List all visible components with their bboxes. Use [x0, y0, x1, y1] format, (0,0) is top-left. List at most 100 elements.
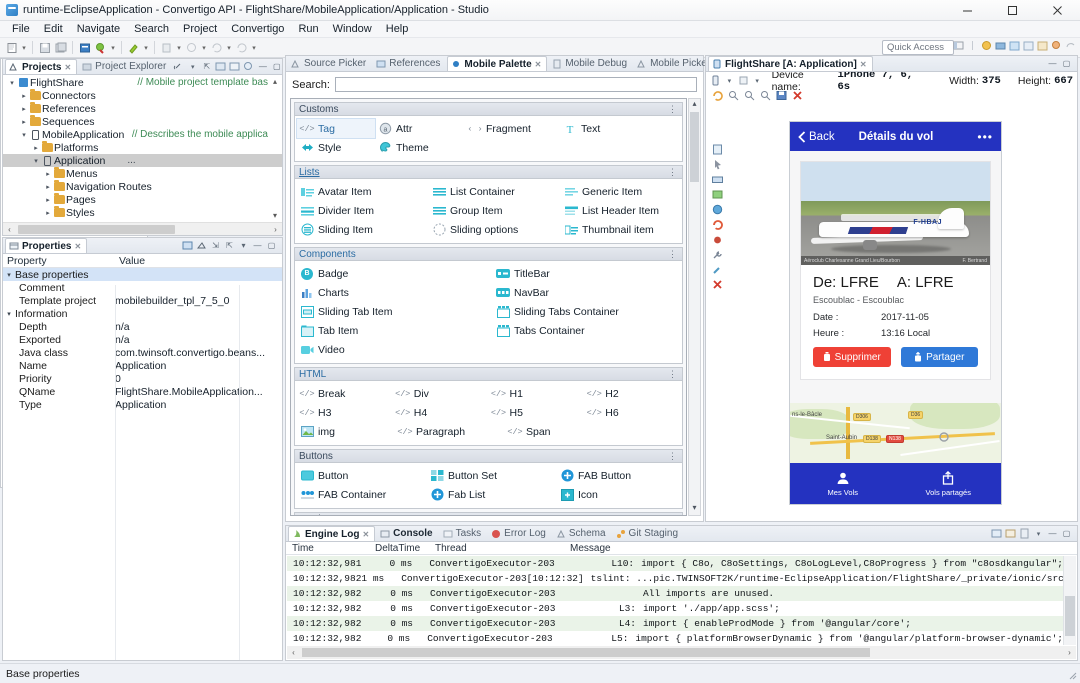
palette-item-sliding-tab-item[interactable]: Sliding Tab Item [297, 302, 493, 321]
palette-item-fragment[interactable]: ‹ › Fragment [465, 119, 560, 138]
profile-dropdown-icon[interactable]: ▾ [200, 40, 208, 55]
profile-icon[interactable] [184, 40, 199, 55]
tab-mobile-palette[interactable]: Mobile Palette ✕ [447, 56, 548, 71]
minimize-panel-icon[interactable]: — [257, 61, 268, 72]
refresh-dropdown-icon[interactable]: ▾ [250, 40, 258, 55]
properties-view-menu-icon[interactable]: ▾ [238, 240, 249, 251]
tab-error-log[interactable]: Error Log [488, 526, 551, 541]
tree-row[interactable]: ▾ FlightShare // Mobile project template… [3, 76, 282, 89]
palette-item-sliding-options[interactable]: Sliding options [429, 220, 561, 239]
debug-dropdown-icon[interactable]: ▾ [142, 40, 150, 55]
log-row[interactable]: 10:12:32,982 1 ms ConvertigoExecutor-203… [287, 571, 1063, 586]
property-row[interactable]: Name Application [3, 359, 282, 372]
palette-item-tabs-container[interactable]: Tabs Container [493, 321, 588, 340]
log-view-menu-icon[interactable]: ▾ [1033, 528, 1044, 539]
history-dropdown-icon[interactable]: ▾ [225, 40, 233, 55]
palette-item-video[interactable]: Video [297, 340, 493, 359]
tab-flightshare-application[interactable]: FlightShare [A: Application] ✕ [708, 56, 873, 71]
save-all-icon[interactable] [53, 40, 68, 55]
perspective-studio-icon[interactable] [1009, 40, 1020, 51]
palette-item-button[interactable]: Button [297, 466, 427, 485]
new-dropdown-icon[interactable]: ▾ [20, 40, 28, 55]
scroll-left-icon[interactable]: ‹ [3, 225, 16, 234]
palette-item-fab-list[interactable]: Fab List [427, 485, 557, 504]
maximize-button[interactable] [990, 0, 1035, 21]
tree-row[interactable]: ▸ Pages [3, 193, 282, 206]
tab-console[interactable]: Console [377, 526, 437, 541]
flight-map[interactable]: ns-le-Bâcle Saint-Aubin D306 D36 D138 N1… [790, 403, 1001, 463]
tab-schema[interactable]: Schema [553, 526, 611, 541]
palette-item-attr[interactable]: a Attr [375, 119, 465, 138]
twisty-icon[interactable]: ▸ [19, 118, 29, 126]
tab-tasks[interactable]: Tasks [440, 526, 487, 541]
projects-vertical-scrollbar[interactable]: ▴ ▾ [269, 77, 281, 220]
twisty-icon[interactable]: ▸ [43, 196, 53, 204]
maximize-device-icon[interactable]: ▢ [1061, 58, 1072, 69]
property-value[interactable]: mobilebuilder_tpl_7_5_0 [115, 295, 282, 307]
palette-item-h1[interactable]: </> H1 [489, 384, 585, 403]
scroll-right-icon[interactable]: › [269, 225, 282, 234]
tab-source-picker[interactable]: Source Picker [288, 56, 371, 71]
height-value[interactable]: 667 [1054, 75, 1073, 87]
palette-item-charts[interactable]: Charts [297, 283, 493, 302]
perspective-more-icon[interactable] [1065, 40, 1076, 51]
tab-projects[interactable]: Projects ✕ [5, 59, 78, 74]
tab-project-explorer[interactable]: Project Explorer [79, 59, 171, 74]
log-header-message[interactable]: Message [564, 543, 611, 554]
projects-horizontal-scrollbar[interactable]: ‹ › [3, 222, 282, 235]
twisty-icon[interactable]: ▸ [43, 183, 53, 191]
link-with-editor-icon[interactable] [173, 61, 184, 72]
delete-flight-button[interactable]: Supprimer [813, 347, 891, 367]
section-header[interactable]: HTML ⋮ [295, 368, 682, 381]
palette-item-h3[interactable]: </> H3 [297, 403, 393, 422]
palette-item-img[interactable]: img [297, 422, 395, 441]
filter-icon[interactable] [215, 61, 226, 72]
refresh-icon[interactable] [234, 40, 249, 55]
palette-item-generic-item[interactable]: Generic Item [561, 182, 645, 201]
device-selector-icon[interactable] [710, 75, 721, 86]
tab-references[interactable]: References [373, 56, 445, 71]
palette-item-span[interactable]: </> Span [505, 422, 554, 441]
palette-item-theme[interactable]: Theme [375, 138, 465, 157]
pointer-icon[interactable] [712, 159, 723, 170]
log-row[interactable]: 10:12:32,981 0 ms ConvertigoExecutor-203… [287, 556, 1063, 571]
tab-engine-log[interactable]: Engine Log ✕ [288, 526, 376, 541]
refresh-preview-icon[interactable] [712, 90, 723, 101]
menu-navigate[interactable]: Navigate [70, 22, 127, 36]
resize-grip-icon[interactable] [1065, 668, 1077, 680]
restore-default-icon[interactable]: ⇲ [210, 240, 221, 251]
scroll-thumb[interactable] [690, 112, 699, 182]
quick-access-input[interactable]: Quick Access [882, 40, 954, 55]
section-collapse-icon[interactable]: ⋮ [668, 104, 678, 115]
twisty-icon[interactable]: ▸ [19, 105, 29, 113]
scroll-thumb[interactable] [302, 648, 871, 657]
twisty-icon[interactable]: ▸ [31, 144, 41, 152]
deploy-icon[interactable] [77, 40, 92, 55]
section-header[interactable]: Buttons ⋮ [295, 450, 682, 463]
palette-item-style[interactable]: Style [297, 138, 375, 157]
tree-row[interactable]: ▸ Connectors [3, 89, 282, 102]
property-row[interactable]: Exported n/a [3, 333, 282, 346]
menu-file[interactable]: File [5, 22, 37, 36]
twisty-icon[interactable]: ▾ [7, 79, 17, 87]
palette-item-sliding-tabs-container[interactable]: Sliding Tabs Container [493, 302, 622, 321]
section-header[interactable]: Components ⋮ [295, 248, 682, 261]
menu-help[interactable]: Help [379, 22, 416, 36]
tree-row[interactable]: ▸ Menus [3, 167, 282, 180]
page-icon[interactable] [712, 144, 723, 155]
share-flight-button[interactable]: Partager [900, 347, 978, 367]
globe-icon[interactable] [712, 204, 723, 215]
property-group-row[interactable]: ▾ Information [3, 307, 282, 320]
tree-row[interactable]: ▸ Navigation Routes [3, 180, 282, 193]
property-row[interactable]: Priority 0 [3, 372, 282, 385]
rotate-icon[interactable] [712, 189, 723, 200]
tab-vols-partages[interactable]: Vols partagés [896, 463, 1002, 504]
palette-item-list-header-item[interactable]: List Header Item [561, 201, 662, 220]
tab-projects-close-icon[interactable]: ✕ [64, 63, 71, 72]
palette-item-icon[interactable]: Icon [557, 485, 601, 504]
twisty-icon[interactable]: ▾ [31, 157, 41, 165]
wrench-icon[interactable] [712, 249, 723, 260]
view-menu-caret-icon[interactable]: ▾ [187, 61, 198, 72]
tree-row-selected[interactable]: ▾ Application ... [3, 154, 282, 167]
tab-properties-close-icon[interactable]: ✕ [74, 242, 81, 251]
